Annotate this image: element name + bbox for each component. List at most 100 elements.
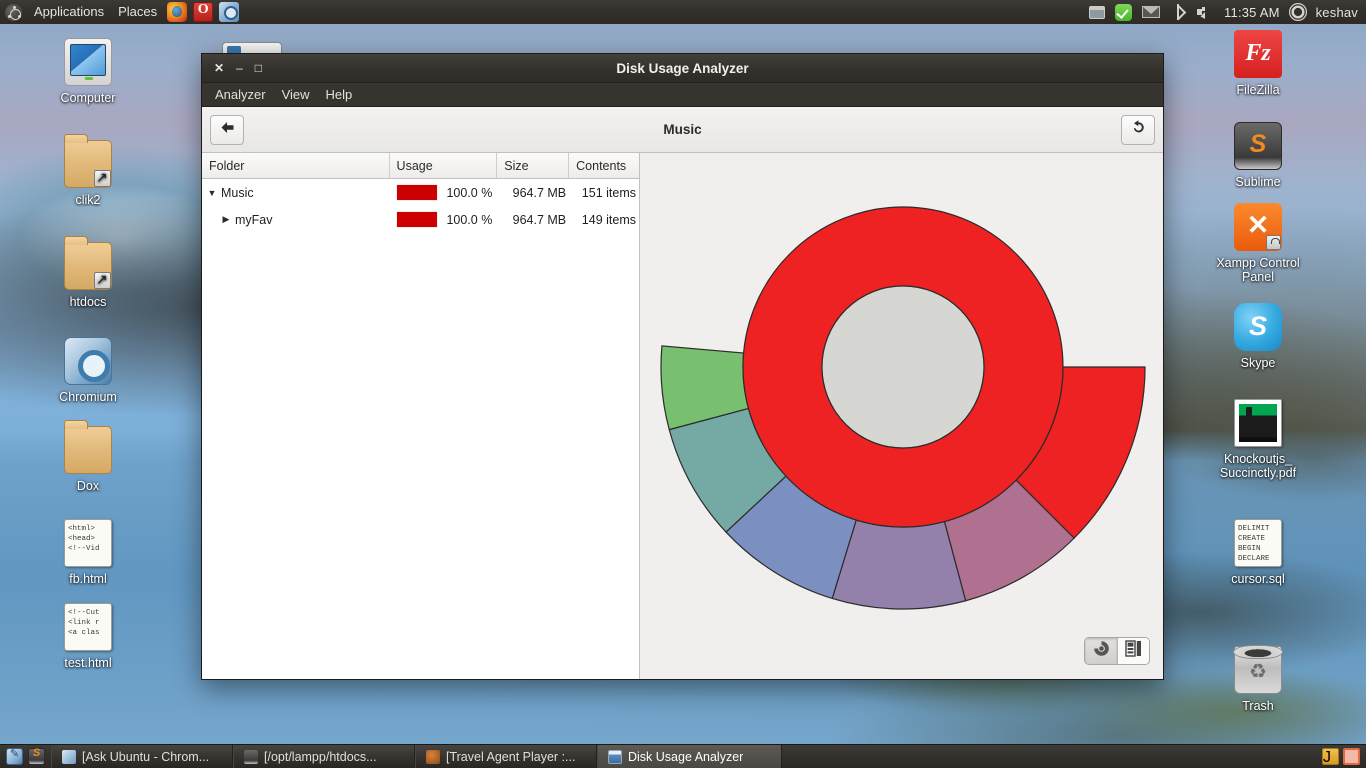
xampp-icon <box>1234 203 1282 251</box>
desktop-icon-label: clik2 <box>75 193 101 207</box>
pdf-cover-art <box>1239 404 1277 442</box>
desktop-icon-label: Trash <box>1242 699 1274 713</box>
desktop-icon-dox[interactable]: Dox <box>33 420 143 493</box>
desktop-icon-fb-html[interactable]: <html> <head> <!--Vid fb.html <box>33 519 143 586</box>
taskbar: [Ask Ubuntu - Chrom... [/opt/lampp/htdoc… <box>0 744 1366 768</box>
folder-shortcut-icon <box>64 236 112 290</box>
desktop-icon-label: fb.html <box>69 572 107 586</box>
opera-launcher-icon[interactable] <box>193 2 214 22</box>
desktop-icon-skype[interactable]: Skype <box>1203 303 1313 370</box>
sublime-icon <box>244 749 258 764</box>
desktop-icon-label: Chromium <box>59 390 117 404</box>
location-label: Music <box>663 122 702 137</box>
table-header-row: Folder Usage Size Contents <box>202 153 639 179</box>
desktop-icon-chromium[interactable]: Chromium <box>33 337 143 404</box>
folder-contents: 151 items <box>581 185 636 200</box>
expander-triangle-icon[interactable]: ▼ <box>206 188 218 198</box>
taskbar-item-disk-usage-analyzer[interactable]: Disk Usage Analyzer <box>597 744 782 768</box>
refresh-button[interactable] <box>1121 114 1155 145</box>
desktop-icon-label: Sublime <box>1235 175 1281 189</box>
desktop-icon-clik2[interactable]: clik2 <box>33 134 143 207</box>
desktop-icon-computer[interactable]: Computer <box>33 38 143 105</box>
desktop-icon-label: Dox <box>76 479 100 493</box>
table-row[interactable]: ▼ Music 100.0 % 964.7 MB 151 items <box>202 179 639 206</box>
desktop-icon-label: Skype <box>1240 356 1276 370</box>
tray-icon-2[interactable] <box>1343 748 1360 765</box>
rings-chart-panel <box>640 153 1163 679</box>
taskbar-item-label: [Ask Ubuntu - Chrom... <box>82 749 210 764</box>
chromium-icon <box>62 749 76 764</box>
menu-view[interactable]: View <box>274 83 318 107</box>
software-updates-icon[interactable] <box>1115 3 1133 21</box>
chart-view-toggle <box>1084 637 1150 665</box>
taskbar-item-label: [/opt/lampp/htdocs... <box>264 749 377 764</box>
username-label[interactable]: keshav <box>1316 5 1358 20</box>
top-panel-tray: 11:35 AM keshav <box>1089 3 1366 21</box>
firefox-launcher-icon[interactable] <box>167 2 188 22</box>
rings-chart[interactable] <box>642 176 1162 656</box>
mail-icon[interactable] <box>1142 6 1161 18</box>
desktop-icon-label: test.html <box>64 656 112 670</box>
ubuntu-logo-icon[interactable] <box>5 3 22 21</box>
desktop-icon-sublime[interactable]: Sublime <box>1203 122 1313 189</box>
taskbar-item-label: Disk Usage Analyzer <box>628 749 744 764</box>
rings-chart-icon <box>1093 640 1110 662</box>
desktop-icon-label: Computer <box>60 91 116 105</box>
volume-icon[interactable] <box>1196 4 1214 20</box>
rings-chart-button[interactable] <box>1085 638 1117 664</box>
chromium-launcher-icon[interactable] <box>219 2 240 22</box>
treemap-chart-button[interactable] <box>1117 638 1149 664</box>
menu-help[interactable]: Help <box>318 83 361 107</box>
taskbar-tray <box>1322 748 1366 765</box>
sublime-icon <box>1234 122 1282 170</box>
taskbar-item-sublime[interactable]: [/opt/lampp/htdocs... <box>233 744 415 768</box>
desktop-icon-label: Xampp Control Panel <box>1216 256 1300 285</box>
lock-overlay-icon <box>1266 235 1281 250</box>
tray-icon-1[interactable] <box>1322 748 1339 765</box>
expander-triangle-icon[interactable]: ▶ <box>220 214 232 225</box>
window-titlebar[interactable]: ✕ – □ Disk Usage Analyzer <box>202 54 1163 83</box>
taskbar-item-chromium[interactable]: [Ask Ubuntu - Chrom... <box>51 744 233 768</box>
minimize-icon[interactable]: – <box>236 62 243 74</box>
maximize-icon[interactable]: □ <box>255 62 262 74</box>
menu-applications[interactable]: Applications <box>27 0 111 24</box>
gear-icon[interactable] <box>1291 5 1305 19</box>
skype-icon <box>1234 303 1282 351</box>
desktop-icon-htdocs[interactable]: htdocs <box>33 236 143 309</box>
refresh-icon <box>1130 119 1147 140</box>
folder-size: 964.7 MB <box>512 185 567 200</box>
sublime-launcher-icon[interactable] <box>28 747 45 765</box>
column-header-usage[interactable]: Usage <box>390 153 498 178</box>
desktop-icon-cursor-sql[interactable]: DELIMIT CREATE BEGIN DECLARE cursor.sql <box>1203 519 1313 586</box>
usage-percent: 100.0 % <box>446 212 493 227</box>
desktop-icon-xampp[interactable]: Xampp Control Panel <box>1203 203 1313 285</box>
close-icon[interactable]: ✕ <box>214 62 224 74</box>
column-header-contents[interactable]: Contents <box>569 153 639 178</box>
gedit-launcher-icon[interactable] <box>6 747 23 765</box>
folder-name: myFav <box>235 212 273 227</box>
desktop-icon-knockoutjs-pdf[interactable]: Knockoutjs_ Succinctly.pdf <box>1203 399 1313 481</box>
window-list-icon[interactable] <box>1089 5 1106 19</box>
bluetooth-icon[interactable] <box>1170 4 1186 20</box>
table-row[interactable]: ▶ myFav 100.0 % 964.7 MB 149 items <box>202 206 639 233</box>
taskbar-item-travel-agent[interactable]: [Travel Agent Player :... <box>415 744 597 768</box>
folder-name: Music <box>221 185 254 200</box>
folder-tree-panel: Folder Usage Size Contents ▼ Music 100.0… <box>202 153 640 679</box>
menu-places[interactable]: Places <box>111 0 164 24</box>
desktop-icon-filezilla[interactable]: FileZilla <box>1203 30 1313 97</box>
menu-analyzer[interactable]: Analyzer <box>207 83 274 107</box>
clock[interactable]: 11:35 AM <box>1224 5 1280 20</box>
column-header-folder[interactable]: Folder <box>202 153 390 178</box>
taskbar-window-list: [Ask Ubuntu - Chrom... [/opt/lampp/htdoc… <box>51 744 782 768</box>
folder-icon <box>64 420 112 474</box>
html-file-icon: <!--Cut <link r <a clas <box>64 603 112 651</box>
desktop-icon-test-html[interactable]: <!--Cut <link r <a clas test.html <box>33 603 143 670</box>
back-button[interactable] <box>210 114 244 145</box>
desktop-screen: Applications Places 11:35 AM keshav Comp… <box>0 0 1366 768</box>
window-title: Disk Usage Analyzer <box>616 60 749 76</box>
column-header-size[interactable]: Size <box>497 153 570 178</box>
usage-bar <box>396 211 439 228</box>
desktop-icon-trash[interactable]: Trash <box>1203 642 1313 713</box>
toolbar: Music <box>202 107 1163 153</box>
html-file-icon: <html> <head> <!--Vid <box>64 519 112 567</box>
